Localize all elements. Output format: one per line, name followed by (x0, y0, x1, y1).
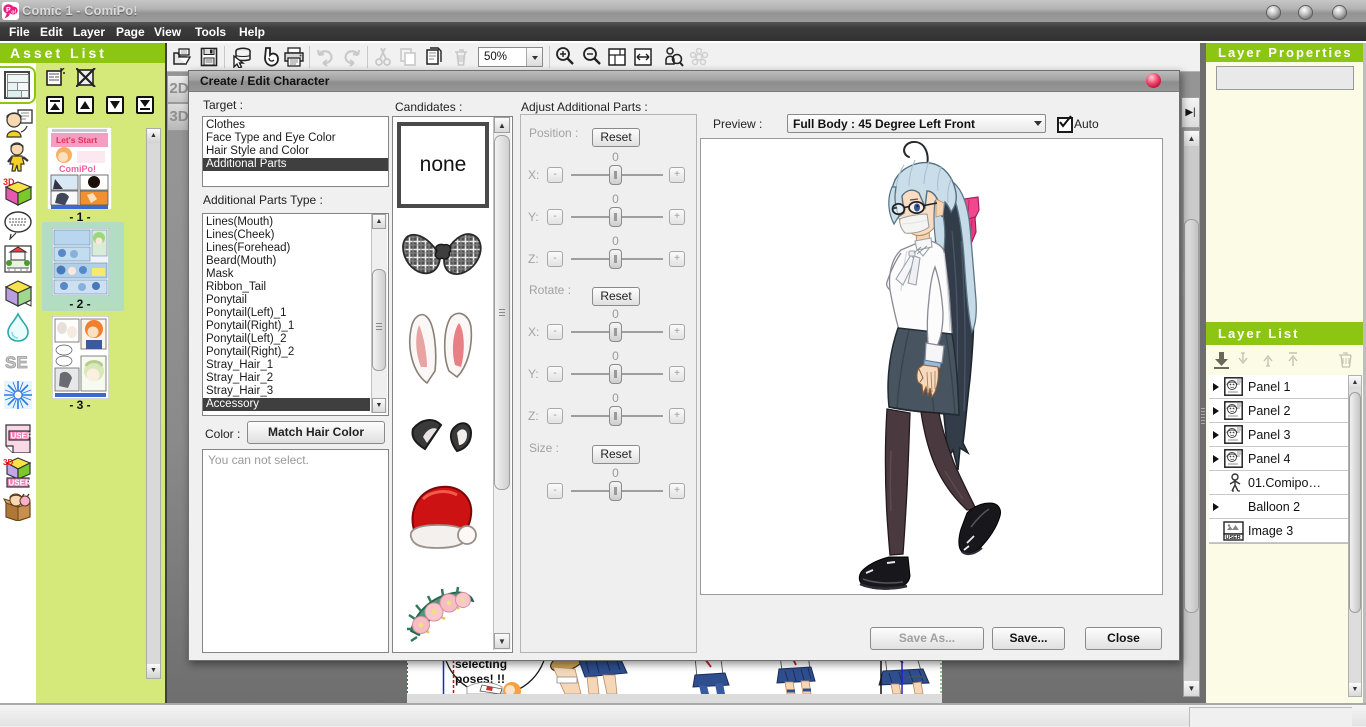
svg-text:Let's Start: Let's Start (56, 135, 97, 145)
svg-text:o!: o! (11, 10, 16, 16)
svg-text:3D: 3D (3, 458, 13, 467)
svg-text:3D: 3D (3, 177, 15, 187)
svg-text:SE: SE (5, 353, 28, 372)
svg-text:USER: USER (9, 479, 31, 488)
svg-text:USER: USER (11, 432, 33, 441)
svg-text:ComiPo!: ComiPo! (59, 164, 96, 174)
svg-text:USER: USER (1226, 535, 1241, 541)
